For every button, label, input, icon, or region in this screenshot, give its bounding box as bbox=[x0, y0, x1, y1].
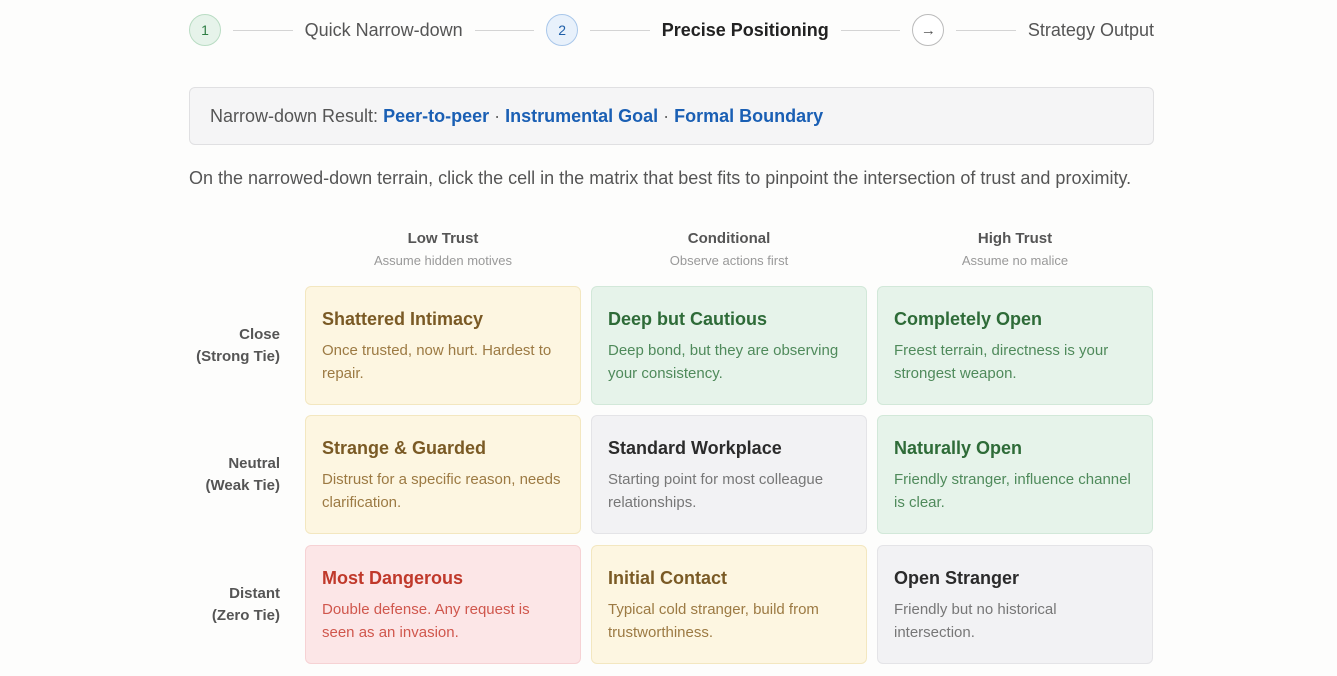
result-tag-goal[interactable]: Instrumental Goal bbox=[505, 106, 658, 127]
matrix-cell-strange-and-guarded[interactable]: Strange & Guarded Distrust for a specifi… bbox=[305, 415, 581, 534]
column-subtitle: Assume hidden motives bbox=[373, 253, 512, 268]
cell-title: Most Dangerous bbox=[322, 568, 464, 588]
cell-title: Shattered Intimacy bbox=[322, 309, 484, 329]
row-header-distant: Distant (Zero Tie) bbox=[160, 583, 280, 627]
step-connector bbox=[233, 29, 293, 31]
step-connector bbox=[956, 29, 1016, 31]
cell-title: Initial Contact bbox=[608, 568, 728, 588]
cell-description: Once trusted, now hurt. Hardest to repai… bbox=[322, 342, 552, 382]
column-title: Low Trust bbox=[407, 230, 479, 247]
arrow-right-icon[interactable]: → bbox=[912, 14, 945, 46]
cell-description: Double defense. Any request is seen as a… bbox=[322, 601, 530, 641]
cell-title: Standard Workplace bbox=[608, 438, 782, 458]
cell-description: Starting point for most colleague relati… bbox=[608, 471, 824, 511]
step-1-label[interactable]: Quick Narrow-down bbox=[305, 20, 463, 41]
result-tag-boundary[interactable]: Formal Boundary bbox=[674, 106, 823, 127]
row-title: Close bbox=[239, 326, 280, 343]
cell-description: Friendly stranger, influence channel is … bbox=[894, 471, 1131, 511]
cell-title: Open Stranger bbox=[894, 568, 1020, 588]
step-3-label[interactable]: Strategy Output bbox=[1028, 20, 1154, 41]
cell-title: Naturally Open bbox=[894, 438, 1023, 458]
column-title: Conditional bbox=[687, 230, 771, 247]
matrix-cell-most-dangerous[interactable]: Most Dangerous Double defense. Any reque… bbox=[305, 545, 581, 664]
column-title: High Trust bbox=[977, 230, 1053, 247]
matrix-cell-standard-workplace[interactable]: Standard Workplace Starting point for mo… bbox=[591, 415, 867, 534]
cell-description: Distrust for a specific reason, needs cl… bbox=[322, 471, 561, 511]
matrix-cell-shattered-intimacy[interactable]: Shattered Intimacy Once trusted, now hur… bbox=[305, 286, 581, 405]
row-subtitle: (Weak Tie) bbox=[205, 477, 280, 494]
matrix-cell-deep-but-cautious[interactable]: Deep but Cautious Deep bond, but they ar… bbox=[591, 286, 867, 405]
step-2-label[interactable]: Precise Positioning bbox=[662, 20, 829, 41]
step-connector bbox=[590, 29, 650, 31]
cell-title: Deep but Cautious bbox=[608, 309, 768, 329]
column-header-low-trust: Low Trust Assume hidden motives bbox=[305, 230, 581, 268]
step-connector bbox=[840, 29, 901, 31]
row-subtitle: (Zero Tie) bbox=[211, 607, 280, 624]
row-header-neutral: Neutral (Weak Tie) bbox=[160, 453, 280, 497]
tag-separator: · bbox=[663, 105, 670, 126]
row-header-close: Close (Strong Tie) bbox=[160, 324, 280, 368]
row-title: Distant bbox=[229, 585, 280, 602]
step-1-marker[interactable]: 1 bbox=[189, 14, 221, 46]
result-prefix: Narrow-down Result: bbox=[210, 105, 379, 126]
step-connector bbox=[474, 29, 535, 31]
row-subtitle: (Strong Tie) bbox=[196, 348, 280, 365]
row-title: Neutral bbox=[228, 455, 280, 472]
progress-stepper: 1 Quick Narrow-down 2 Precise Positionin… bbox=[189, 12, 1154, 48]
matrix-cell-naturally-open[interactable]: Naturally Open Friendly stranger, influe… bbox=[877, 415, 1153, 534]
matrix-cell-completely-open[interactable]: Completely Open Freest terrain, directne… bbox=[877, 286, 1153, 405]
positioning-page: 1 Quick Narrow-down 2 Precise Positionin… bbox=[0, 0, 1337, 676]
column-subtitle: Assume no malice bbox=[961, 253, 1069, 268]
column-header-high-trust: High Trust Assume no malice bbox=[877, 230, 1153, 268]
column-header-conditional: Conditional Observe actions first bbox=[591, 230, 867, 268]
cell-title: Completely Open bbox=[894, 309, 1043, 329]
tag-separator: · bbox=[494, 105, 501, 126]
cell-title: Strange & Guarded bbox=[322, 438, 487, 458]
cell-description: Freest terrain, directness is your stron… bbox=[894, 342, 1109, 382]
narrow-down-result: Narrow-down Result: Peer-to-peer · Instrum… bbox=[189, 87, 1154, 145]
instruction-text: On the narrowed-down terrain, click the … bbox=[189, 168, 1132, 188]
matrix-cell-initial-contact[interactable]: Initial Contact Typical cold stranger, b… bbox=[591, 545, 867, 664]
cell-description: Deep bond, but they are observing your c… bbox=[608, 342, 839, 382]
step-2-marker[interactable]: 2 bbox=[546, 14, 579, 46]
matrix-cell-open-stranger[interactable]: Open Stranger Friendly but no historical… bbox=[877, 545, 1153, 664]
result-tag-relationship[interactable]: Peer-to-peer bbox=[383, 106, 489, 127]
cell-description: Typical cold stranger, build from trustw… bbox=[608, 601, 819, 641]
cell-description: Friendly but no historical intersection. bbox=[894, 601, 1057, 641]
column-subtitle: Observe actions first bbox=[669, 253, 789, 268]
